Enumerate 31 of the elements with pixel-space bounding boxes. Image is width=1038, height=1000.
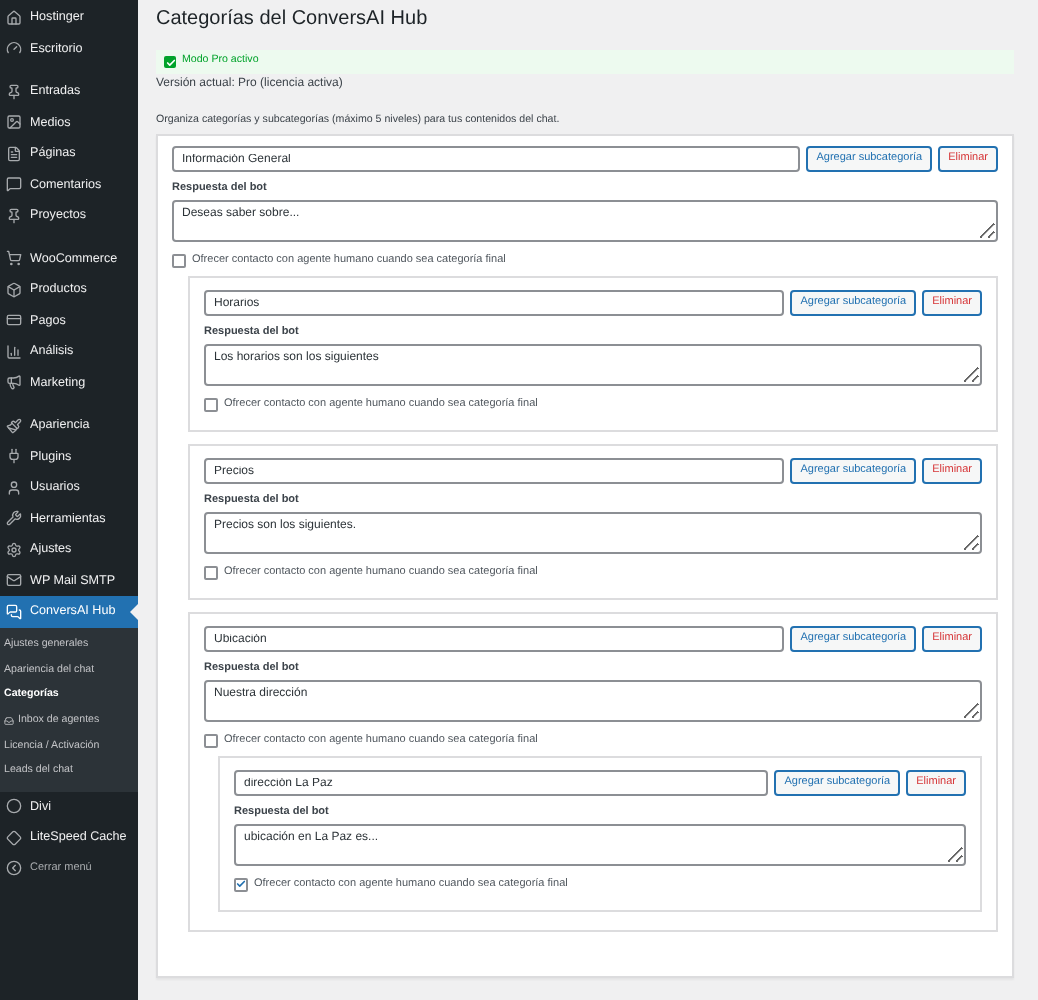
agent-contact-checkbox[interactable] <box>204 733 218 747</box>
plug-icon <box>6 448 22 465</box>
page-icon <box>6 145 22 162</box>
cart-icon <box>6 250 22 267</box>
agent-contact-checkbox[interactable] <box>234 877 248 891</box>
collapse-icon <box>6 860 22 877</box>
check-icon <box>164 56 176 68</box>
checkmark-icon <box>236 878 246 890</box>
pin-icon <box>6 207 22 224</box>
megaphone-icon <box>6 374 22 391</box>
settings-icon <box>6 541 22 558</box>
box-icon <box>6 281 22 298</box>
card-icon <box>6 312 22 329</box>
diamond-icon <box>6 829 22 846</box>
circle-icon <box>6 798 22 815</box>
person-icon <box>6 479 22 496</box>
image-icon <box>6 114 22 131</box>
agent-contact-checkbox[interactable] <box>204 397 218 411</box>
speech-bubble-icon <box>6 176 22 193</box>
bar-chart-icon <box>6 343 22 360</box>
agent-contact-checkbox[interactable] <box>172 253 186 267</box>
page-title: Categorías del ConversAI Hub <box>156 6 430 34</box>
brush-icon <box>6 417 22 434</box>
agent-contact-checkbox[interactable] <box>204 565 218 579</box>
chat-bubbles-icon <box>6 603 22 620</box>
gauge-icon <box>6 40 22 57</box>
house-icon <box>6 9 22 26</box>
current-arrow-icon <box>130 604 138 620</box>
envelope-icon <box>6 572 22 589</box>
pin-icon <box>6 83 22 100</box>
wrench-icon <box>6 510 22 527</box>
